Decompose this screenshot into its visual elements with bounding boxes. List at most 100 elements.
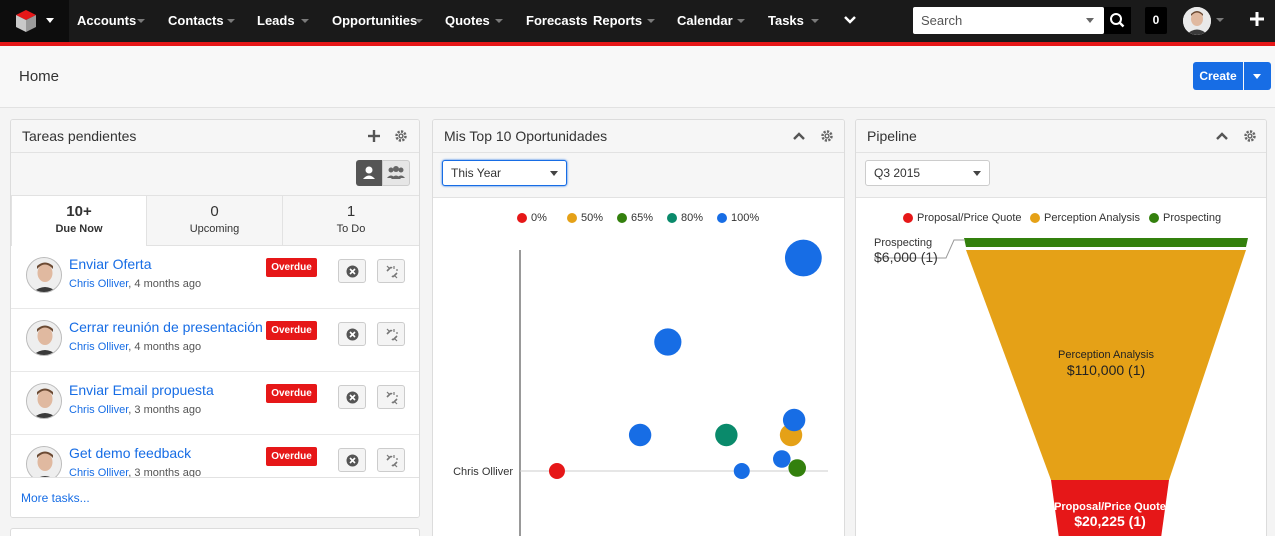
bubble-point[interactable] (733, 463, 750, 479)
nav-accounts-caret-icon[interactable] (137, 19, 145, 23)
user-avatar-icon (27, 321, 61, 355)
more-tasks-link[interactable]: More tasks... (21, 491, 90, 505)
logo-caret-icon (46, 18, 54, 23)
nav-tasks[interactable]: Tasks (768, 13, 804, 28)
overdue-badge: Overdue (266, 258, 317, 277)
search-icon (1110, 13, 1125, 28)
avatar (26, 320, 62, 356)
bubble-point[interactable] (784, 239, 822, 277)
overdue-badge: Overdue (266, 447, 317, 466)
search-button[interactable] (1104, 7, 1131, 34)
close-task-button[interactable] (338, 448, 366, 472)
task-title-link[interactable]: Enviar Email propuesta (69, 382, 214, 398)
unlink-task-button[interactable] (377, 322, 405, 346)
task-assignee-link[interactable]: Chris Olliver (69, 404, 128, 416)
bubble-point[interactable] (654, 328, 682, 356)
tab-label: Due Now (55, 223, 103, 235)
nav-reports[interactable]: Reports (593, 13, 642, 28)
close-task-button[interactable] (338, 259, 366, 283)
nav-accounts[interactable]: Accounts (77, 13, 136, 28)
close-task-button[interactable] (338, 385, 366, 409)
legend-dot (903, 213, 913, 223)
close-circle-icon (346, 328, 359, 341)
bubble-point[interactable] (788, 459, 806, 477)
funnel-label-perception-analysis: Perception Analysis (1058, 349, 1154, 361)
gear-icon[interactable] (1243, 129, 1257, 143)
legend-label: 0% (531, 212, 547, 224)
team-tasks-toggle[interactable] (382, 160, 410, 186)
tasks-dashlet-header: Tareas pendientes (11, 120, 419, 153)
gear-icon[interactable] (820, 129, 834, 143)
plus-icon[interactable] (1248, 10, 1266, 28)
nav-contacts[interactable]: Contacts (168, 13, 224, 28)
top10-dashlet-title: Mis Top 10 Oportunidades (444, 128, 608, 144)
tab-count: 1 (346, 203, 356, 220)
nav-calendar[interactable]: Calendar (677, 13, 733, 28)
bubble-point[interactable] (773, 450, 791, 468)
avatar (26, 383, 62, 419)
unlink-task-button[interactable] (377, 385, 405, 409)
task-title-link[interactable]: Cerrar reunión de presentación (69, 319, 263, 335)
create-dropdown-button[interactable] (1244, 62, 1271, 90)
task-assignee-link[interactable]: Chris Olliver (69, 341, 128, 353)
unlink-task-button[interactable] (377, 259, 405, 283)
bubble-point[interactable] (628, 423, 652, 447)
plus-icon[interactable] (367, 129, 381, 143)
pipeline-filter-bar: Q3 2015 (856, 153, 1266, 198)
legend-label: 65% (631, 212, 654, 224)
chevron-up-icon[interactable] (1215, 131, 1229, 141)
tasks-dashlet-title: Tareas pendientes (22, 128, 137, 144)
chevron-up-icon[interactable] (792, 131, 806, 141)
nav-tasks-caret-icon[interactable] (811, 19, 819, 23)
search-input[interactable] (913, 7, 1083, 34)
chevron-down-icon[interactable] (843, 14, 857, 26)
legend-dot (717, 213, 727, 223)
task-tabs: 10+ Due Now 0 Upcoming 1 To Do (11, 195, 419, 246)
bubble-point[interactable] (782, 408, 806, 432)
create-button[interactable]: Create (1193, 62, 1243, 90)
nav-quotes-caret-icon[interactable] (495, 19, 503, 23)
task-title-link[interactable]: Enviar Oferta (69, 256, 151, 272)
nav-calendar-caret-icon[interactable] (737, 19, 745, 23)
search-module-caret-icon[interactable] (1086, 18, 1094, 23)
tab-upcoming[interactable]: 0 Upcoming (146, 195, 283, 246)
period-select[interactable]: This Year (442, 160, 567, 186)
notifications-badge[interactable]: 0 (1145, 7, 1167, 34)
tab-label: Upcoming (189, 223, 240, 235)
bubble-point[interactable] (548, 463, 565, 479)
legend-dot (517, 213, 527, 223)
global-search[interactable] (913, 7, 1104, 34)
tab-to-do[interactable]: 1 To Do (282, 195, 419, 246)
nav-reports-caret-icon[interactable] (647, 19, 655, 23)
nav-opportunities-caret-icon[interactable] (415, 19, 423, 23)
nav-contacts-caret-icon[interactable] (227, 19, 235, 23)
tab-due-now[interactable]: 10+ Due Now (11, 195, 147, 246)
close-task-button[interactable] (338, 322, 366, 346)
nav-opportunities[interactable]: Opportunities (332, 13, 417, 28)
nav-leads[interactable]: Leads (257, 13, 295, 28)
tab-count: 10+ (66, 203, 92, 220)
top10-dashlet-header: Mis Top 10 Oportunidades (433, 120, 844, 153)
task-assignee-link[interactable]: Chris Olliver (69, 278, 128, 290)
nav-quotes[interactable]: Quotes (445, 13, 490, 28)
user-avatar-icon (1183, 7, 1211, 35)
gear-icon[interactable] (394, 129, 408, 143)
tab-label: To Do (336, 223, 366, 235)
unlink-icon (386, 328, 398, 342)
legend-label: Proposal/Price Quote (917, 212, 1022, 224)
my-tasks-toggle[interactable] (356, 160, 382, 186)
nav-forecasts[interactable]: Forecasts (526, 13, 587, 28)
unlink-task-button[interactable] (377, 448, 405, 472)
legend-dot (567, 213, 577, 223)
legend-dot (1149, 213, 1159, 223)
bubble-point[interactable] (715, 423, 738, 447)
quarter-select[interactable]: Q3 2015 (865, 160, 990, 186)
task-row: Enviar Email propuesta Chris Olliver, 3 … (11, 372, 419, 435)
legend-label: 100% (731, 212, 760, 224)
task-title-link[interactable]: Get demo feedback (69, 445, 191, 461)
logo-menu-button[interactable] (0, 0, 69, 42)
nav-leads-caret-icon[interactable] (301, 19, 309, 23)
user-avatar[interactable] (1183, 7, 1211, 35)
funnel-stage-prospecting[interactable] (964, 238, 1248, 247)
user-menu-caret-icon[interactable] (1216, 18, 1224, 22)
